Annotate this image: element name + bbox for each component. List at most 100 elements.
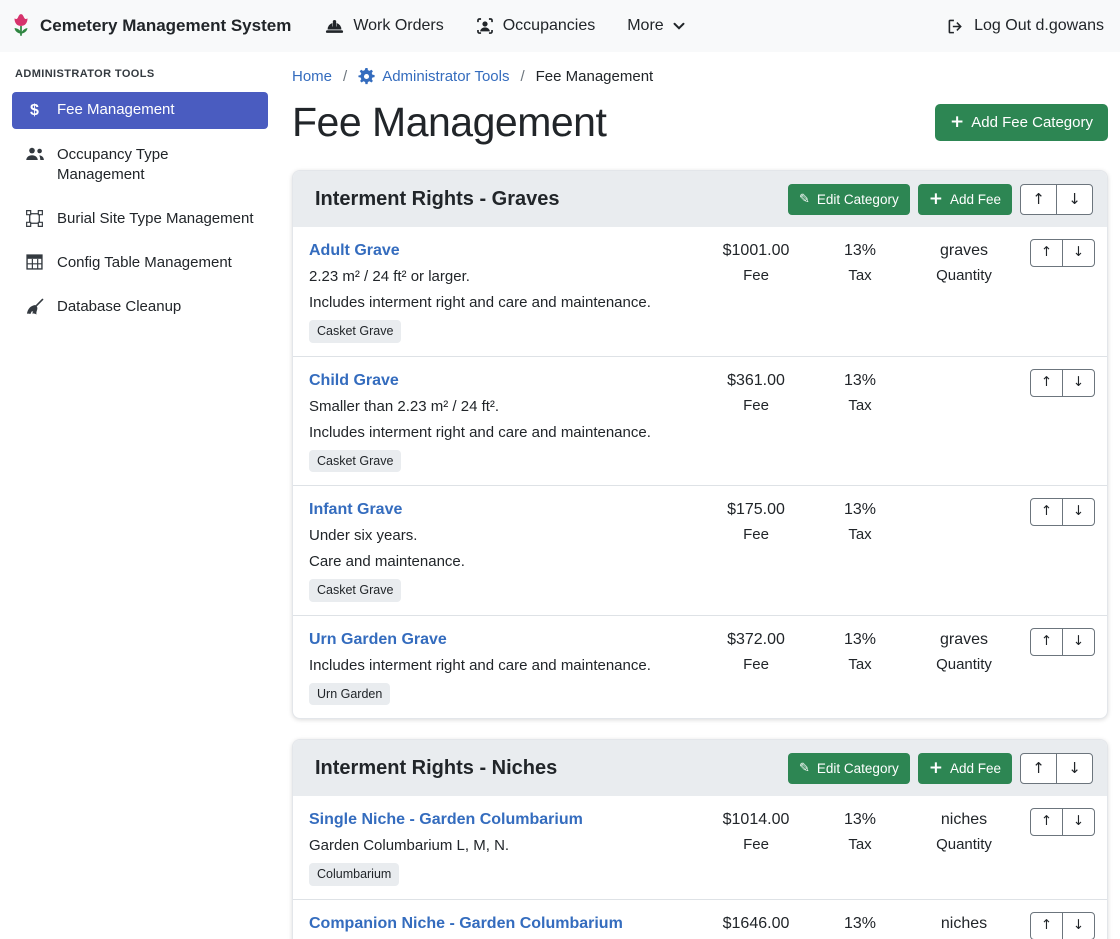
plus-icon: + — [929, 760, 943, 777]
fee-description: 2.23 m² / 24 ft² or larger. — [309, 265, 696, 289]
edit-category-button[interactable]: ✎ Edit Category — [788, 753, 910, 784]
nav-occupancies[interactable]: Occupancies — [460, 9, 612, 43]
breadcrumb-admin-tools[interactable]: Administrator Tools — [358, 68, 509, 85]
move-fee-down-button[interactable]: ↓ — [1062, 808, 1095, 836]
move-fee-down-button[interactable]: ↓ — [1062, 369, 1095, 397]
person-bounding-box-icon — [476, 17, 494, 35]
fee-amount-column: $175.00 Fee — [704, 498, 808, 546]
fee-tax-column: 13% Tax — [808, 808, 912, 856]
fee-name-link[interactable]: Urn Garden Grave — [309, 628, 447, 652]
fee-amount-label: Fee — [704, 834, 808, 856]
fee-quantity-unit: niches — [912, 808, 1016, 832]
nav-work-orders[interactable]: Work Orders — [309, 9, 459, 43]
move-fee-up-button[interactable]: ↑ — [1030, 808, 1063, 836]
move-fee-up-button[interactable]: ↑ — [1030, 498, 1063, 526]
pencil-icon: ✎ — [799, 193, 810, 206]
move-category-up-button[interactable]: ↑ — [1020, 184, 1057, 215]
fee-description: Includes interment right and care and ma… — [309, 421, 696, 445]
fee-tax-label: Tax — [808, 395, 912, 417]
fee-tax-label: Tax — [808, 524, 912, 546]
fee-row: Companion Niche - Garden Columbarium Gar… — [293, 900, 1107, 939]
nav-more[interactable]: More — [611, 9, 700, 43]
sidebar-item-label: Fee Management — [57, 100, 175, 120]
fee-tax: 13% — [808, 628, 912, 652]
move-category-down-button[interactable]: ↓ — [1056, 753, 1093, 784]
nav-occupancies-label: Occupancies — [503, 17, 596, 35]
fee-amount: $1646.00 — [704, 912, 808, 936]
page-title: Fee Management — [292, 99, 606, 146]
move-fee-down-button[interactable]: ↓ — [1062, 628, 1095, 656]
app-brand[interactable]: Cemetery Management System — [10, 13, 291, 39]
add-fee-button[interactable]: + Add Fee — [918, 753, 1012, 784]
fee-row: Infant Grave Under six years. Care and m… — [293, 486, 1107, 616]
fee-quantity-unit: graves — [912, 628, 1016, 652]
tulip-logo-icon — [10, 13, 32, 39]
fee-description: Garden Columbarium L, M, N. — [309, 834, 696, 858]
fee-name-link[interactable]: Companion Niche - Garden Columbarium — [309, 912, 623, 936]
category-header: Interment Rights - Graves ✎ Edit Categor… — [293, 171, 1107, 227]
fee-quantity-column: niches Quantity — [912, 808, 1016, 856]
sidebar-item-label: Occupancy Type Management — [57, 145, 256, 185]
move-fee-up-button[interactable]: ↑ — [1030, 239, 1063, 267]
bounding-box-icon — [24, 210, 45, 227]
sidebar-item-fee-management[interactable]: $ Fee Management — [12, 92, 268, 129]
fee-reorder-group: ↑ ↓ — [1030, 912, 1095, 939]
fee-name-link[interactable]: Child Grave — [309, 369, 399, 393]
fee-tax-column: 13% Tax — [808, 912, 912, 939]
fee-quantity-unit: graves — [912, 239, 1016, 263]
add-fee-button[interactable]: + Add Fee — [918, 184, 1012, 215]
fee-tax: 13% — [808, 912, 912, 936]
fee-amount-column: $372.00 Fee — [704, 628, 808, 676]
add-fee-label: Add Fee — [950, 192, 1001, 207]
fee-tax-label: Tax — [808, 265, 912, 287]
top-navbar: Cemetery Management System Work Orders — [0, 0, 1120, 52]
fee-tax: 13% — [808, 498, 912, 522]
fee-tax: 13% — [808, 369, 912, 393]
move-fee-up-button[interactable]: ↑ — [1030, 369, 1063, 397]
sidebar-item-burial-site-type-management[interactable]: Burial Site Type Management — [12, 201, 268, 237]
fee-row: Urn Garden Grave Includes interment righ… — [293, 616, 1107, 719]
fee-amount-label: Fee — [704, 524, 808, 546]
move-fee-down-button[interactable]: ↓ — [1062, 239, 1095, 267]
fee-amount-label: Fee — [704, 654, 808, 676]
fee-tax-column: 13% Tax — [808, 369, 912, 417]
dollar-icon: $ — [24, 101, 45, 121]
move-fee-down-button[interactable]: ↓ — [1062, 498, 1095, 526]
fee-tag: Casket Grave — [309, 579, 401, 602]
fee-reorder-group: ↑ ↓ — [1030, 808, 1095, 836]
fee-description: Care and maintenance. — [309, 550, 696, 574]
breadcrumb-home[interactable]: Home — [292, 68, 332, 85]
fee-name-link[interactable]: Single Niche - Garden Columbarium — [309, 808, 583, 832]
fee-quantity-column: niches Quantity — [912, 912, 1016, 939]
fee-quantity-column: graves Quantity — [912, 628, 1016, 676]
move-fee-up-button[interactable]: ↑ — [1030, 912, 1063, 939]
breadcrumb-separator: / — [343, 68, 347, 85]
edit-category-button[interactable]: ✎ Edit Category — [788, 184, 910, 215]
move-category-down-button[interactable]: ↓ — [1056, 184, 1093, 215]
fee-reorder-group: ↑ ↓ — [1030, 498, 1095, 526]
fee-amount: $175.00 — [704, 498, 808, 522]
broom-icon — [24, 298, 45, 316]
nav-work-orders-label: Work Orders — [353, 17, 443, 35]
fee-tax-column: 13% Tax — [808, 239, 912, 287]
sidebar-item-database-cleanup[interactable]: Database Cleanup — [12, 289, 268, 325]
people-icon — [24, 146, 45, 162]
logout-link[interactable]: Log Out d.gowans — [946, 17, 1104, 35]
gear-icon — [358, 68, 375, 85]
add-fee-category-button[interactable]: + Add Fee Category — [935, 104, 1108, 141]
fee-name-link[interactable]: Adult Grave — [309, 239, 400, 263]
category-card-graves: Interment Rights - Graves ✎ Edit Categor… — [292, 170, 1108, 719]
fee-name-link[interactable]: Infant Grave — [309, 498, 402, 522]
sidebar-item-label: Burial Site Type Management — [57, 209, 254, 229]
move-fee-down-button[interactable]: ↓ — [1062, 912, 1095, 939]
fee-row: Single Niche - Garden Columbarium Garden… — [293, 796, 1107, 900]
plus-icon: + — [929, 191, 943, 208]
move-fee-up-button[interactable]: ↑ — [1030, 628, 1063, 656]
fee-tag: Urn Garden — [309, 683, 390, 706]
category-title: Interment Rights - Graves — [315, 188, 560, 211]
sidebar-item-occupancy-type-management[interactable]: Occupancy Type Management — [12, 137, 268, 193]
move-category-up-button[interactable]: ↑ — [1020, 753, 1057, 784]
sidebar-item-config-table-management[interactable]: Config Table Management — [12, 245, 268, 281]
fee-quantity-unit: niches — [912, 912, 1016, 936]
breadcrumb-admin-tools-label: Administrator Tools — [382, 68, 509, 85]
